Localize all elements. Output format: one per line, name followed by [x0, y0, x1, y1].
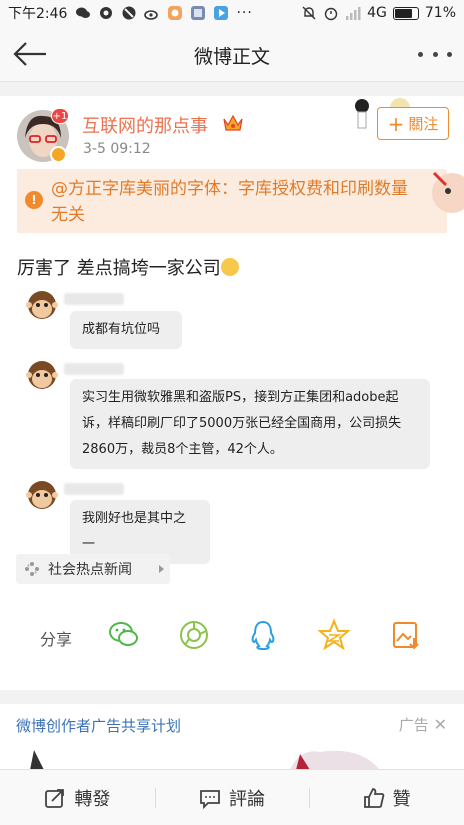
- ad-label[interactable]: 广告 ✕: [399, 714, 447, 735]
- battery-icon: [392, 6, 419, 20]
- wechat-notification-icon: [76, 7, 91, 18]
- thumbs-up-icon: [363, 787, 384, 808]
- status-time: 下午2:46: [8, 6, 68, 22]
- like-button[interactable]: 贊: [309, 770, 464, 825]
- verified-badge-icon: [50, 146, 67, 163]
- share-label: 分享: [40, 630, 73, 649]
- follow-button[interactable]: + 關注: [377, 107, 449, 140]
- gallery-notification-icon: [191, 6, 206, 20]
- repost-label: 轉發: [74, 788, 111, 810]
- notification-icons: ···: [75, 5, 252, 21]
- username[interactable]: 互联网的那点事: [82, 112, 208, 138]
- ad-label-text: 广告: [398, 716, 429, 734]
- avatar-badge: +1: [51, 108, 69, 124]
- mute-icon: [302, 6, 316, 20]
- blurred-name: [64, 363, 124, 375]
- plus-icon: +: [387, 111, 405, 136]
- ad-title[interactable]: 微博创作者广告共享计划: [16, 715, 181, 736]
- blurred-name: [64, 483, 124, 495]
- monkey-avatar-icon: [26, 361, 58, 389]
- post-time: 3-5 09:12: [83, 141, 151, 157]
- comment-bubble: 成都有坑位吗: [70, 311, 182, 349]
- more-notifications-icon: ···: [236, 5, 253, 21]
- divider: [0, 690, 464, 704]
- info-icon: !: [25, 191, 43, 209]
- ad-image[interactable]: [0, 746, 464, 770]
- grin-emoji-icon: [220, 258, 239, 276]
- topic-label: 社会热点新闻: [48, 562, 132, 578]
- chevron-right-icon: [159, 565, 164, 573]
- comment-label: 評論: [229, 788, 265, 810]
- monkey-avatar-icon: [26, 291, 58, 319]
- monkey-avatar-icon: [26, 481, 58, 509]
- blurred-name: [64, 293, 124, 305]
- like-label: 贊: [392, 788, 411, 810]
- post-text-content: 厉害了 差点搞垮一家公司: [17, 258, 221, 279]
- battery-percent: 71%: [424, 5, 456, 21]
- app-notification-icon: [168, 6, 183, 20]
- video-notification-icon: [214, 6, 229, 20]
- comment-icon: [200, 789, 220, 809]
- page-title: 微博正文: [193, 46, 270, 68]
- qzone-icon[interactable]: [317, 618, 351, 652]
- chat-notification-icon: [100, 7, 113, 19]
- comment-bubble: 实习生用微软雅黑和盗版PS，接到方正集团和adobe起诉，样稿印刷厂印了5000…: [70, 379, 430, 469]
- network-type: 4G: [367, 5, 387, 21]
- topic-icon: [25, 562, 39, 576]
- bottom-action-bar: 轉發 評論 贊: [0, 769, 464, 825]
- mascot-sticker-icon: [432, 171, 464, 213]
- weibo-notification-icon: [144, 10, 159, 20]
- status-bar: 下午2:46 ··· 4G 71%: [0, 0, 464, 26]
- repost-button[interactable]: 轉發: [0, 770, 155, 825]
- qq-icon[interactable]: [246, 618, 280, 652]
- more-menu-icon[interactable]: [418, 44, 452, 64]
- title-bar: 微博正文: [0, 26, 464, 82]
- divider: [0, 82, 464, 96]
- signal-icon: [346, 7, 361, 20]
- wechat-icon[interactable]: [107, 618, 141, 652]
- save-image-icon[interactable]: [389, 618, 423, 652]
- alarm-icon: [324, 7, 338, 21]
- topic-tag[interactable]: 社会热点新闻: [16, 554, 170, 584]
- post-text: 厉害了 差点搞垮一家公司: [17, 254, 239, 280]
- blocked-notification-icon: [122, 6, 136, 20]
- follow-label: 關注: [408, 115, 439, 133]
- moments-icon[interactable]: [177, 618, 211, 652]
- status-right: 4G 71%: [301, 5, 456, 21]
- close-icon[interactable]: ✕: [434, 715, 447, 734]
- repost-icon: [45, 788, 65, 808]
- crown-icon: [223, 114, 243, 131]
- mention-notice[interactable]: ! @方正字库美丽的字体：字库授权费和印刷数量无关: [17, 169, 447, 233]
- notice-text: @方正字库美丽的字体：字库授权费和印刷数量无关: [51, 179, 408, 225]
- comment-button[interactable]: 評論: [154, 770, 310, 825]
